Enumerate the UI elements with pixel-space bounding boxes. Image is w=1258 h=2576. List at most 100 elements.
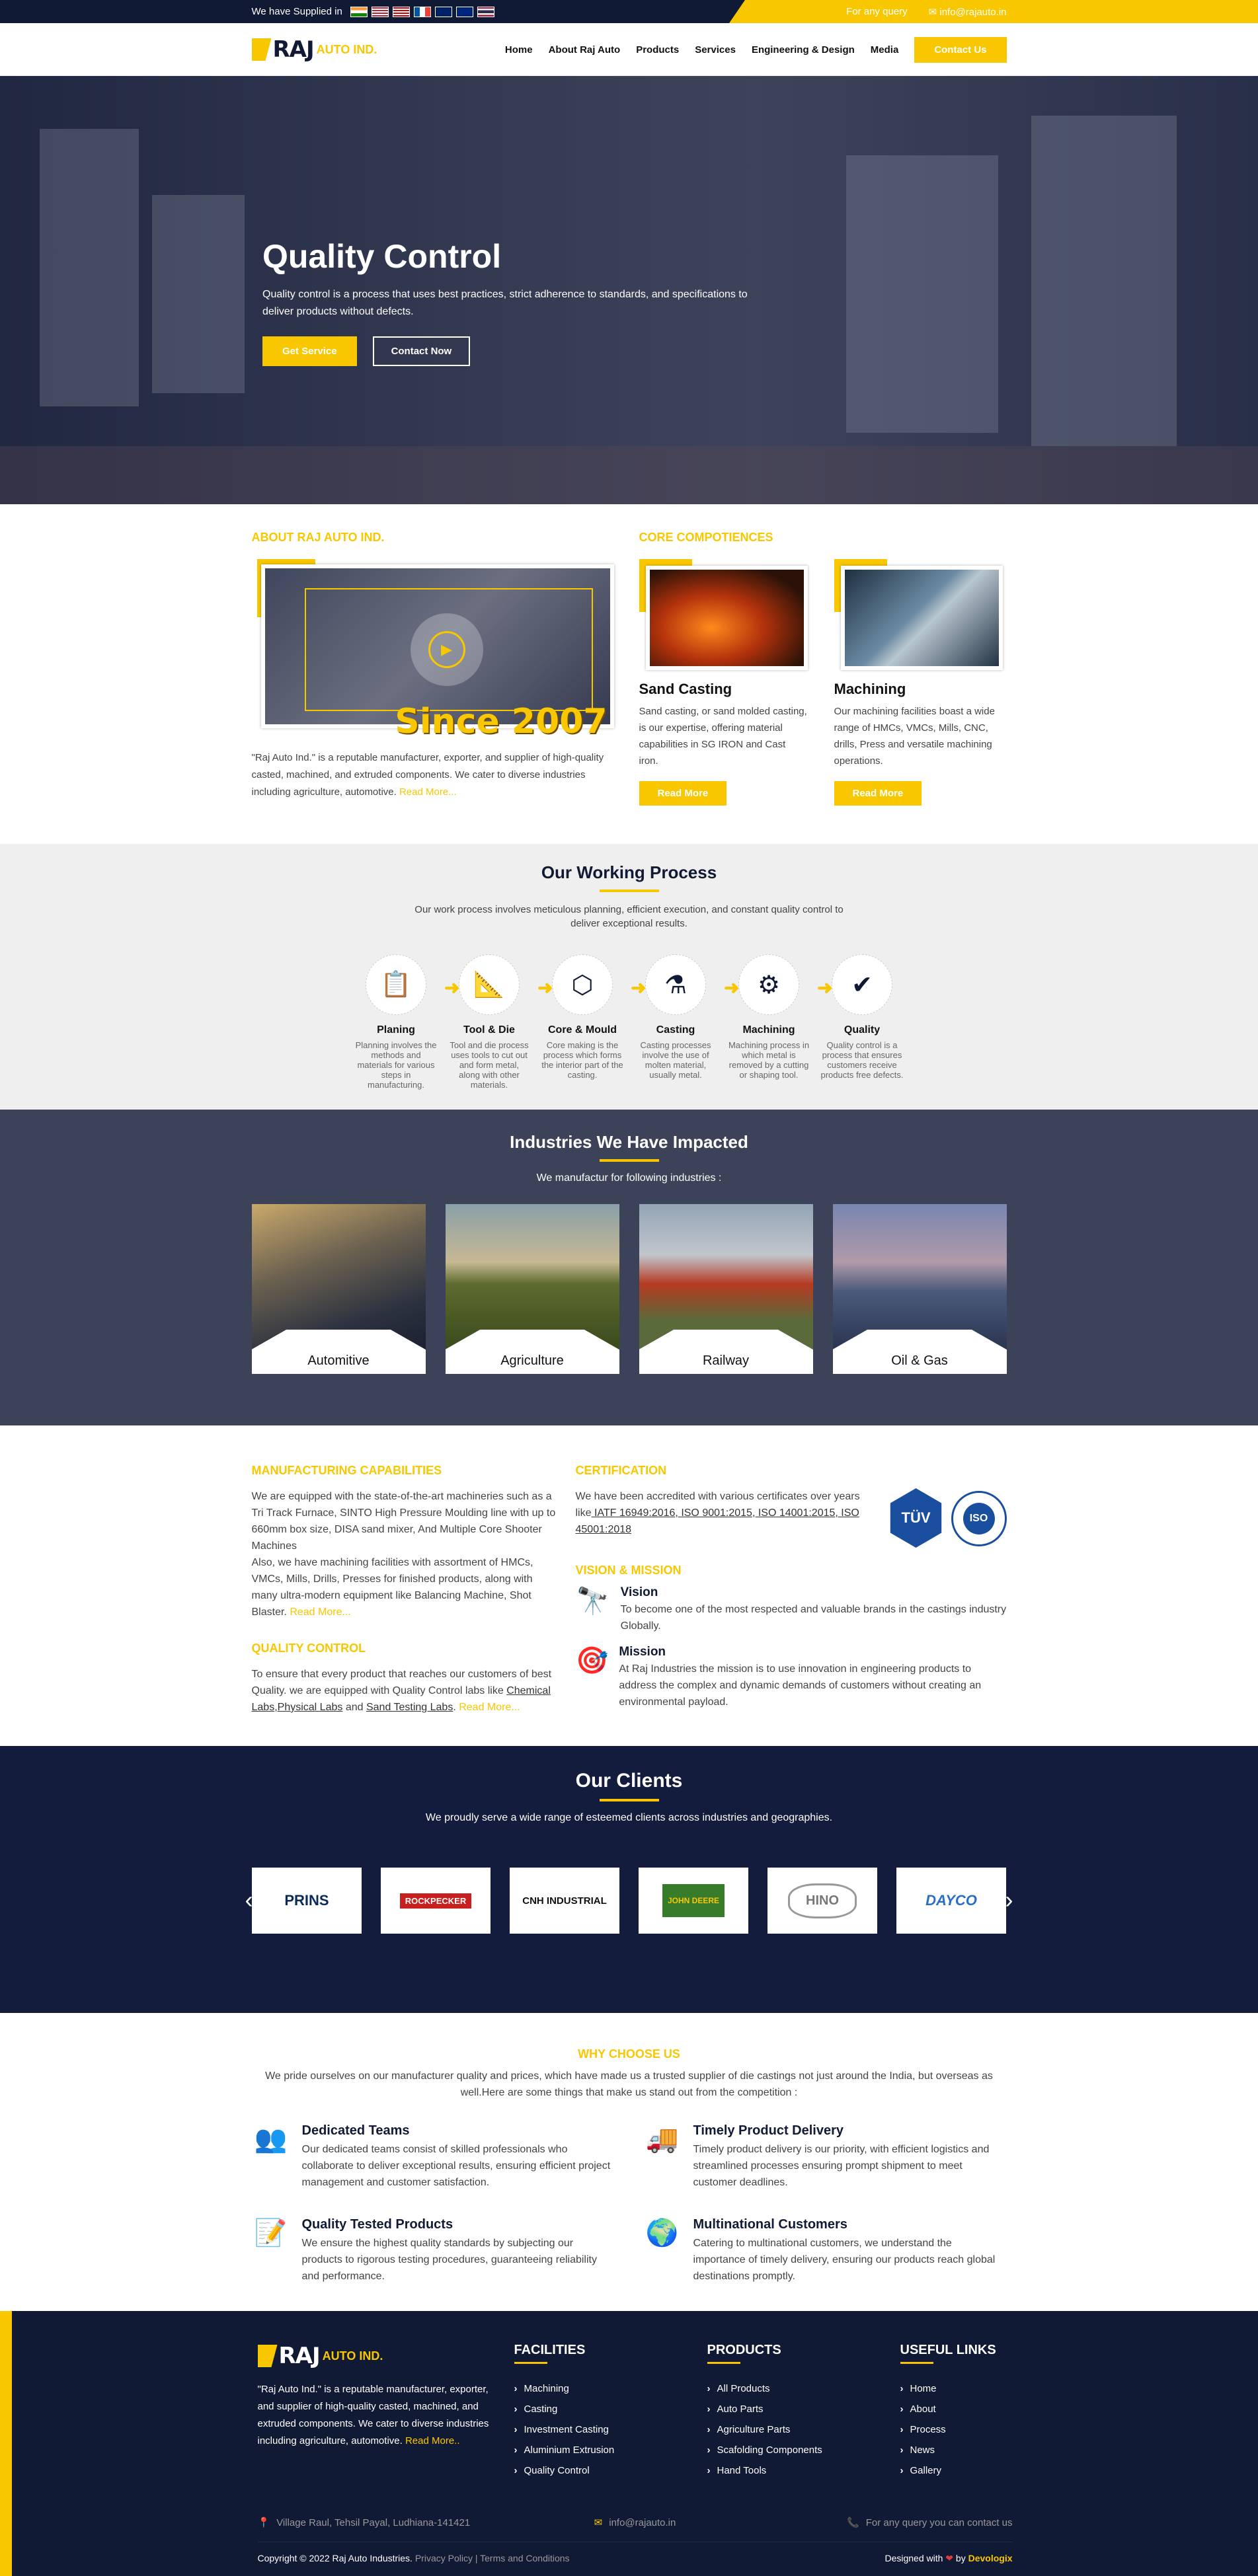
footer-link[interactable]: Quality Control — [514, 2460, 689, 2481]
footer-logo[interactable]: RAJ AUTO IND. — [257, 2343, 496, 2369]
title-underline — [599, 1799, 659, 1801]
oil-gas-image — [832, 1204, 1007, 1349]
industry-card-agriculture[interactable]: Agriculture — [445, 1204, 619, 1374]
delivery-icon: 🚚 — [645, 2125, 679, 2154]
footer-useful-links: USEFUL LINKS Home About Process News Gal… — [900, 2343, 1013, 2481]
industry-label: Agriculture — [500, 1353, 564, 1368]
contact-us-button[interactable]: Contact Us — [914, 36, 1007, 63]
footer-link[interactable]: News — [900, 2440, 1013, 2460]
footer-link[interactable]: Aluminium Extrusion — [514, 2440, 689, 2460]
industry-card-oil-gas[interactable]: Oil & Gas — [832, 1204, 1007, 1374]
designer-link[interactable]: Devologix — [968, 2553, 1013, 2563]
france-flag-icon — [413, 6, 431, 17]
thailand-flag-icon — [477, 6, 494, 17]
footer-link[interactable]: Gallery — [900, 2460, 1013, 2481]
get-service-button[interactable]: Get Service — [262, 336, 357, 366]
mission-block: 🎯 Mission At Raj Industries the mission i… — [576, 1645, 1007, 1710]
carousel-next-icon[interactable]: › — [1005, 1886, 1013, 1914]
qc-text: To ensure that every product that reache… — [251, 1669, 552, 1713]
nav-item-about[interactable]: About Raj Auto — [549, 44, 621, 56]
clients-title: Our Clients — [575, 1770, 683, 1792]
footer-link[interactable]: Auto Parts — [707, 2399, 882, 2419]
topbar-email-text[interactable]: info@rajauto.in — [939, 7, 1006, 18]
machining-read-more-button[interactable]: Read More — [834, 781, 922, 806]
client-logo-dayco: DAYCO — [896, 1868, 1006, 1934]
logo-mark-icon — [257, 2345, 278, 2367]
industries-section: Industries We Have Impacted We manufactu… — [0, 1110, 1258, 1425]
why-item-text: Timely product delivery is our priority,… — [693, 2144, 990, 2188]
iatf-link[interactable]: IATF 16949:2016 — [592, 1507, 675, 1519]
legal-links[interactable]: Privacy Policy | Terms and Conditions — [415, 2553, 570, 2563]
footer-link[interactable]: Process — [900, 2419, 1013, 2440]
about-section: ABOUT RAJ AUTO IND. ▶ Since 2007 "Raj Au… — [0, 504, 1258, 844]
footer-link[interactable]: Casting — [514, 2399, 689, 2419]
sand-casting-read-more-button[interactable]: Read More — [639, 781, 727, 806]
nav-item-media[interactable]: Media — [871, 44, 899, 56]
title-underline — [599, 890, 659, 892]
globe-icon: 🌍 — [645, 2218, 679, 2248]
nav-item-products[interactable]: Products — [636, 44, 679, 56]
competency-card-sand-casting: Sand Casting Sand casting, or sand molde… — [639, 559, 808, 806]
footer-col-underline — [900, 2362, 933, 2364]
play-button[interactable]: ▶ — [410, 613, 483, 686]
iso-14001-link[interactable]: , ISO 14001:2015 — [752, 1507, 835, 1519]
why-subtitle: We pride ourselves on our manufacturer q… — [265, 2070, 993, 2098]
nav-item-services[interactable]: Services — [695, 44, 736, 56]
qc-read-more-link[interactable]: Read More... — [459, 1702, 520, 1713]
step-text: Core making is the process which forms t… — [541, 1040, 623, 1080]
usa-flag-icon — [371, 6, 389, 17]
topbar-email[interactable]: ✉ info@rajauto.in — [929, 6, 1007, 18]
telescope-icon: 🔭 — [576, 1587, 609, 1616]
contact-now-button[interactable]: Contact Now — [372, 336, 471, 366]
footer-read-more-link[interactable]: Read More.. — [405, 2435, 460, 2446]
vision-block: 🔭 Vision To become one of the most respec… — [576, 1585, 1007, 1634]
footer-query: For any query you can contact us — [865, 2517, 1013, 2528]
competency-card-machining: Machining Our machining facilities boast… — [834, 559, 1003, 806]
machining-icon: ⚙ — [738, 954, 799, 1015]
footer-email[interactable]: info@rajauto.in — [609, 2517, 676, 2528]
footer-col-title: USEFUL LINKS — [900, 2343, 996, 2357]
footer-col-underline — [514, 2362, 547, 2364]
clients-section: Our Clients We proudly serve a wide rang… — [0, 1746, 1258, 2013]
client-logo-text: CNH INDUSTRIAL — [522, 1895, 607, 1907]
logo-mark-icon — [251, 38, 272, 61]
process-step: ⚗ ➜ Casting Casting processes involve the u… — [629, 954, 740, 1090]
site-logo[interactable]: RAJ AUTO IND. — [251, 36, 377, 63]
industry-card-railway[interactable]: Railway — [639, 1204, 813, 1374]
footer-link[interactable]: Agriculture Parts — [707, 2419, 882, 2440]
footer-link[interactable]: All Products — [707, 2378, 882, 2399]
malaysia-flag-icon — [392, 6, 410, 17]
title-underline — [599, 1159, 659, 1162]
working-process-section: Our Working Process Our work process inv… — [0, 844, 1258, 1110]
core-mould-icon: ⬡ — [552, 954, 613, 1015]
footer-link[interactable]: Machining — [514, 2378, 689, 2399]
iso-badge-icon: ISO — [951, 1491, 1007, 1546]
vm-heading: VISION & MISSION — [575, 1564, 682, 1577]
footer-link[interactable]: Hand Tools — [707, 2460, 882, 2481]
client-carousel: ‹ PRINS ROCKPECKER CNH INDUSTRIAL JOHN D… — [245, 1868, 1013, 1934]
footer-link[interactable]: Investment Casting — [514, 2419, 689, 2440]
logo-main-text: RAJ — [272, 36, 315, 63]
about-video[interactable]: ▶ Since 2007 — [252, 559, 614, 741]
client-logo-hino: HINO — [767, 1868, 877, 1934]
nav-item-home[interactable]: Home — [505, 44, 533, 56]
sand-testing-labs-link[interactable]: Sand Testing Labs — [366, 1702, 453, 1713]
footer-link[interactable]: Home — [900, 2378, 1013, 2399]
physical-labs-link[interactable]: ,Physical Labs — [274, 1702, 342, 1713]
industry-card-automotive[interactable]: Automitive — [251, 1204, 426, 1374]
client-logo-text: DAYCO — [925, 1892, 977, 1909]
mfg-read-more-link[interactable]: Read More... — [290, 1607, 350, 1618]
industry-label: Automitive — [307, 1353, 370, 1368]
competency-title: Machining — [834, 681, 906, 697]
heart-icon: ❤ — [945, 2553, 954, 2563]
nav-item-engineering[interactable]: Engineering & Design — [752, 44, 855, 56]
footer-link[interactable]: About — [900, 2399, 1013, 2419]
iso-9001-link[interactable]: , ISO 9001:2015 — [675, 1507, 752, 1519]
about-read-more-link[interactable]: Read More... — [399, 786, 457, 798]
carousel-prev-icon[interactable]: ‹ — [245, 1886, 253, 1914]
casting-icon: ⚗ — [645, 954, 706, 1015]
footer-link[interactable]: Scafolding Components — [707, 2440, 882, 2460]
team-icon: 👥 — [254, 2125, 288, 2154]
client-logo-text: HINO — [788, 1883, 857, 1918]
why-item-title: Multinational Customers — [693, 2217, 847, 2232]
